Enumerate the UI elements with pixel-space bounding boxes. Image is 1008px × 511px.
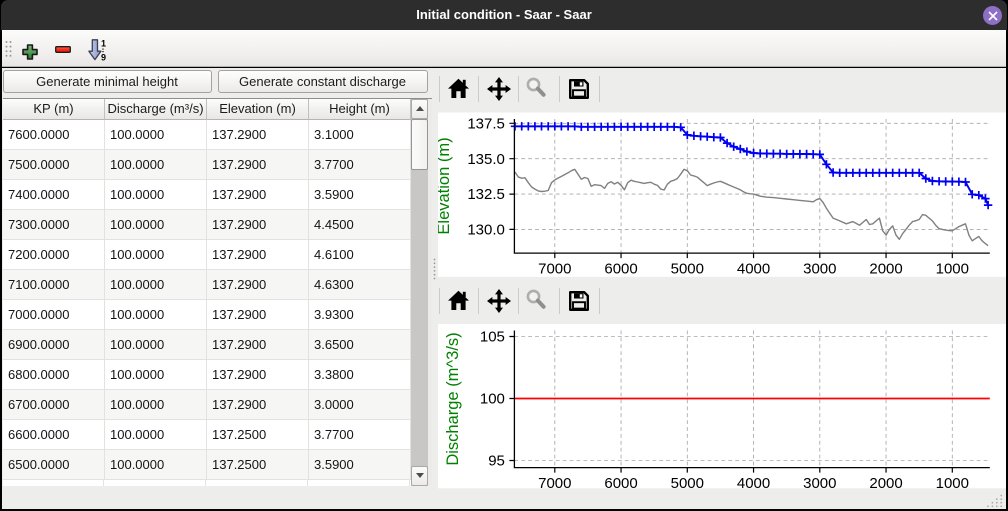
svg-text:7000: 7000 [538, 260, 571, 277]
svg-text:Elevation (m): Elevation (m) [438, 137, 453, 234]
svg-text:137.5: 137.5 [467, 116, 505, 133]
svg-text:2000: 2000 [869, 260, 902, 277]
svg-text:2000: 2000 [869, 475, 902, 492]
svg-text:3000: 3000 [803, 260, 836, 277]
svg-text:100: 100 [480, 391, 505, 408]
svg-text:135.0: 135.0 [467, 151, 505, 168]
svg-text:95: 95 [488, 453, 505, 470]
svg-text:9: 9 [101, 53, 106, 62]
svg-text:130.0: 130.0 [467, 222, 505, 239]
svg-text:5000: 5000 [671, 260, 704, 277]
svg-text:1: 1 [101, 39, 106, 49]
svg-text:1000: 1000 [936, 260, 969, 277]
svg-text:132.5: 132.5 [467, 186, 505, 203]
svg-text:7000: 7000 [538, 475, 571, 492]
svg-text:4000: 4000 [737, 260, 770, 277]
svg-text:105: 105 [480, 329, 505, 346]
svg-text:1000: 1000 [936, 475, 969, 492]
svg-text:6000: 6000 [604, 475, 637, 492]
svg-text:5000: 5000 [671, 475, 704, 492]
svg-text:6000: 6000 [604, 260, 637, 277]
svg-text:Discharge (m^3/s): Discharge (m^3/s) [444, 332, 462, 465]
svg-text:4000: 4000 [737, 475, 770, 492]
svg-text:3000: 3000 [803, 475, 836, 492]
